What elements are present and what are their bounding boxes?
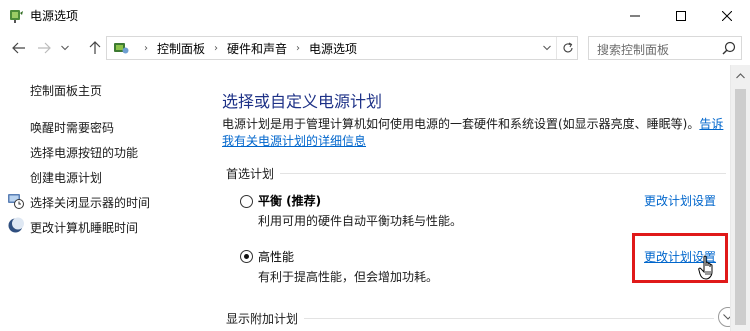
- breadcrumb-item-power-options[interactable]: 电源选项: [309, 40, 357, 57]
- forward-button[interactable]: [33, 37, 55, 59]
- recent-locations-button[interactable]: [58, 37, 72, 59]
- sidebar-item-sleep-time[interactable]: 更改计算机睡眠时间: [30, 219, 138, 236]
- balanced-plan-radio[interactable]: [240, 195, 253, 208]
- maximize-button[interactable]: [658, 0, 704, 31]
- back-button[interactable]: [8, 37, 30, 59]
- refresh-button[interactable]: [556, 37, 578, 59]
- preferred-plans-label: 首选计划: [226, 167, 275, 181]
- up-button[interactable]: [84, 37, 106, 59]
- search-icon: [722, 41, 736, 55]
- chevron-down-icon: [61, 45, 69, 51]
- high-performance-plan-radio[interactable]: [240, 250, 253, 263]
- search-placeholder: 搜索控制面板: [597, 43, 670, 57]
- description-text: 电源计划是用于管理计算机如何使用电源的一套硬件和系统设置(如显示器亮度、睡眠等)…: [222, 117, 700, 131]
- section-divider: [280, 173, 726, 174]
- sidebar: 控制面板主页 唤醒时需要密码 选择电源按钮的功能 创建电源计划 选择关闭显示器的…: [0, 65, 210, 331]
- balanced-change-settings-link[interactable]: 更改计划设置: [644, 192, 716, 209]
- vertical-scrollbar[interactable]: [730, 65, 750, 331]
- breadcrumb-separator-icon[interactable]: ›: [296, 43, 300, 54]
- monitor-clock-icon: [8, 194, 24, 209]
- arrow-left-icon: [12, 42, 25, 54]
- chevron-down-icon: [543, 45, 551, 51]
- balanced-plan-name[interactable]: 平衡 (推荐): [258, 192, 321, 209]
- high-performance-plan-description: 有利于提高性能，但会增加功耗。: [258, 270, 439, 284]
- scroll-up-button[interactable]: [731, 69, 750, 83]
- chevron-up-icon: [736, 73, 745, 79]
- page-title: 选择或自定义电源计划: [222, 92, 383, 111]
- sidebar-item-display-off-time[interactable]: 选择关闭显示器的时间: [30, 194, 150, 211]
- sidebar-item-control-panel-home[interactable]: 控制面板主页: [30, 82, 102, 99]
- power-options-icon: [10, 10, 23, 23]
- breadcrumb-separator-icon: ›: [144, 42, 148, 54]
- close-icon: [722, 10, 732, 21]
- show-additional-plans-label[interactable]: 显示附加计划: [226, 310, 298, 327]
- address-history-button[interactable]: [537, 37, 557, 59]
- control-panel-icon: [114, 43, 129, 54]
- sidebar-item-wake-password[interactable]: 唤醒时需要密码: [30, 119, 114, 136]
- arrow-right-icon: [38, 42, 51, 54]
- search-input[interactable]: 搜索控制面板: [588, 36, 742, 60]
- refresh-icon: [563, 42, 573, 53]
- sidebar-item-create-plan[interactable]: 创建电源计划: [30, 169, 102, 186]
- balanced-plan-description: 利用可用的硬件自动平衡功耗与性能。: [258, 214, 463, 228]
- moon-icon: [8, 217, 24, 233]
- scrollbar-thumb[interactable]: [735, 89, 746, 325]
- breadcrumb-item-control-panel[interactable]: 控制面板: [157, 40, 205, 57]
- close-button[interactable]: [704, 0, 750, 31]
- window-title: 电源选项: [30, 9, 79, 23]
- hand-cursor-icon: [698, 255, 713, 280]
- minimize-icon: [630, 15, 640, 16]
- breadcrumb-item-hardware-sound[interactable]: 硬件和声音: [227, 40, 287, 57]
- breadcrumb: › 控制面板 › 硬件和声音 › 电源选项: [135, 37, 357, 59]
- section-divider: [304, 318, 714, 319]
- sidebar-item-power-buttons[interactable]: 选择电源按钮的功能: [30, 144, 138, 161]
- title-bar: 电源选项: [0, 0, 750, 31]
- high-performance-plan-name[interactable]: 高性能: [258, 248, 294, 265]
- arrow-up-icon: [89, 41, 101, 54]
- minimize-button[interactable]: [612, 0, 658, 31]
- breadcrumb-separator-icon[interactable]: ›: [214, 43, 218, 54]
- main-content: 选择或自定义电源计划 电源计划是用于管理计算机如何使用电源的一套硬件和系统设置(…: [210, 65, 738, 331]
- maximize-icon: [676, 10, 686, 21]
- navigation-bar: › 控制面板 › 硬件和声音 › 电源选项 搜索控制面板: [0, 31, 750, 65]
- address-bar[interactable]: › 控制面板 › 硬件和声音 › 电源选项: [106, 36, 578, 60]
- description: 电源计划是用于管理计算机如何使用电源的一套硬件和系统设置(如显示器亮度、睡眠等)…: [222, 116, 732, 150]
